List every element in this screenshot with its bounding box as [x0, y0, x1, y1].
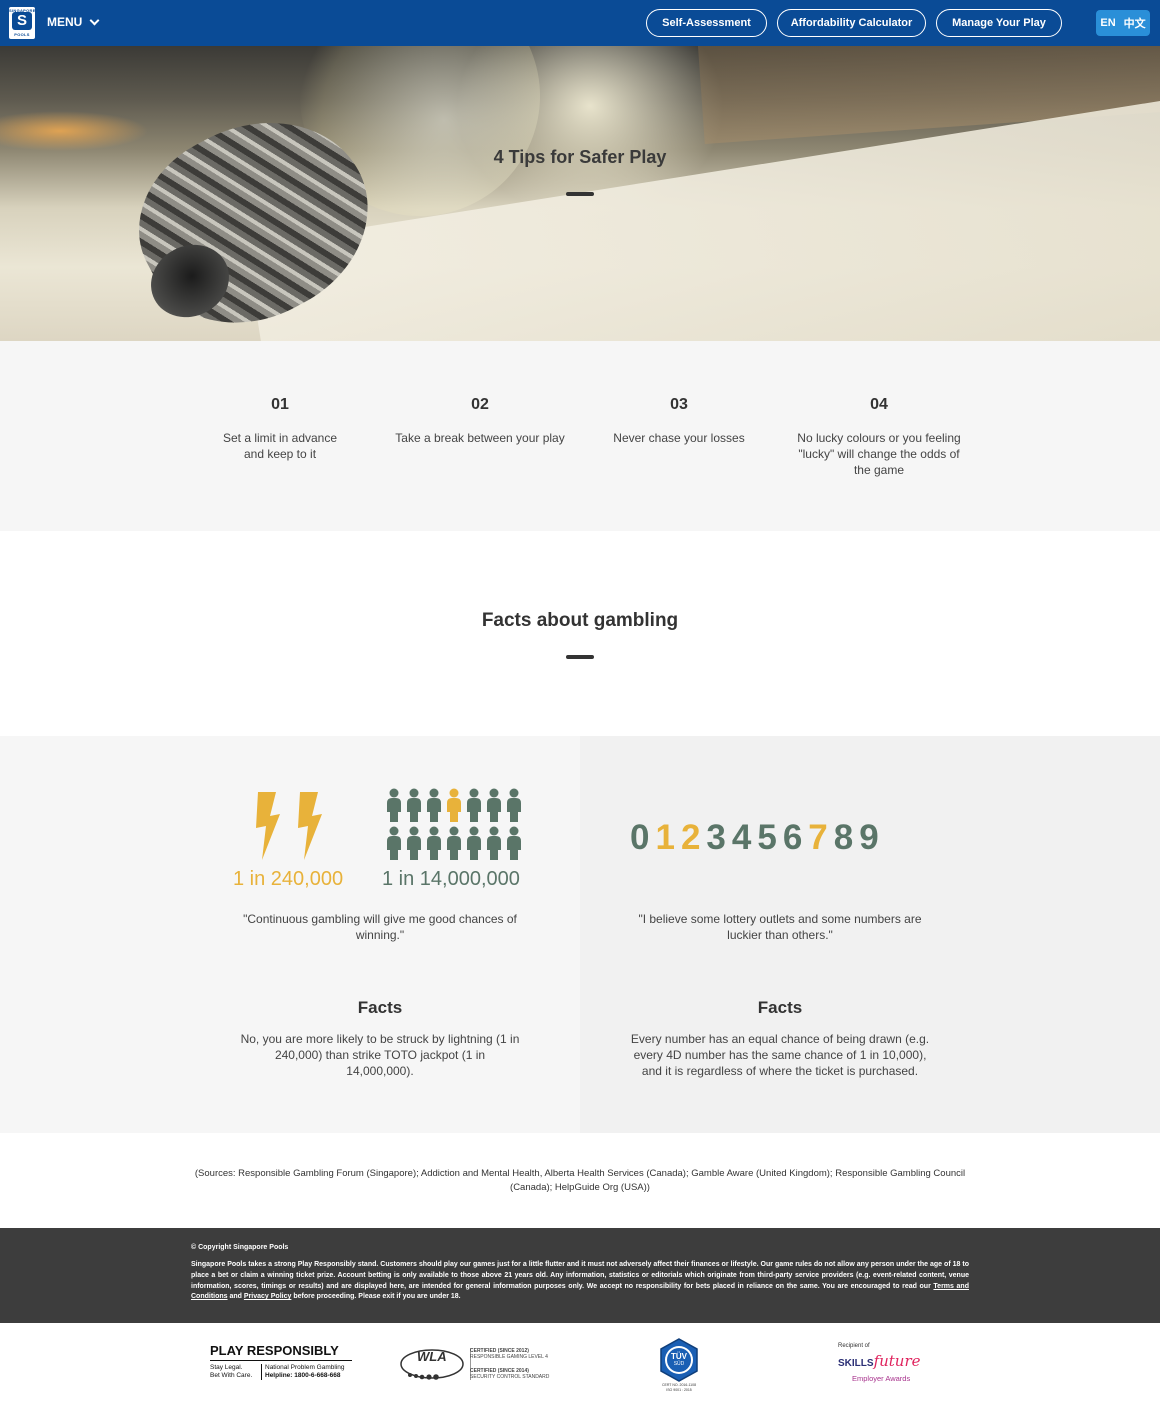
person-figure: [507, 826, 521, 860]
lang-zh-option[interactable]: 中文: [1124, 15, 1146, 31]
hero-title: 4 Tips for Safer Play: [493, 147, 667, 167]
digit-5: 5: [757, 818, 777, 857]
tuv-iso: ISO 9001 : 2015: [666, 1387, 692, 1392]
tip-item: 01 Set a limit in advance and keep to it: [190, 396, 370, 462]
hero-title-underline: [566, 192, 594, 196]
sources-note: (Sources: Responsible Gambling Forum (Si…: [194, 1168, 966, 1193]
digit-8: 8: [833, 818, 854, 857]
play-responsibly-line: Bet With Care.: [210, 1372, 253, 1379]
lightning-bolt-1: [256, 792, 280, 860]
disclaimer-text: Singapore Pools takes a strong Play Resp…: [191, 1260, 969, 1303]
person-figure: [507, 788, 521, 822]
digit-2: 2: [680, 818, 701, 857]
manage-your-play-button[interactable]: Manage Your Play: [936, 9, 1062, 37]
disclaimer-part2: before proceeding. Please exit if you ar…: [291, 1293, 461, 1301]
tip-number: 01: [271, 396, 289, 413]
tip-text: Never chase your losses: [613, 431, 745, 445]
facts-heading: Facts: [757, 998, 803, 1017]
wla-badge: WLA CERTIFIED (SINCE 2012) RESPONSIBLE G…: [400, 1345, 570, 1385]
person-figure: [447, 826, 461, 860]
tip-item: 03 Never chase your losses: [589, 396, 769, 446]
affordability-calculator-button[interactable]: Affordability Calculator: [777, 9, 926, 37]
certification-logos: PLAY RESPONSIBLY Stay Legal. Bet With Ca…: [0, 1323, 1160, 1405]
hero-banner: 4 Tips for Safer Play: [0, 46, 1160, 341]
digit-9: 9: [859, 818, 879, 857]
wla-cert-text: SECURITY CONTROL STANDARD: [470, 1374, 550, 1380]
disclaimer-and: and: [227, 1293, 244, 1301]
digit-7: 7: [808, 818, 828, 857]
privacy-policy-link[interactable]: Privacy Policy: [244, 1293, 291, 1300]
play-responsibly-title: PLAY RESPONSIBLY: [210, 1343, 352, 1361]
skillsfuture-recipient: Recipient of: [838, 1343, 870, 1349]
tip-text: Set a limit in advance and keep to it: [222, 431, 338, 461]
myth-quote-continuous-gambling: "Continuous gambling will give me good c…: [243, 912, 517, 942]
tip-number: 04: [870, 396, 888, 413]
tip-item: 02 Take a break between your play: [390, 396, 570, 446]
person-figure: [387, 826, 401, 860]
chevron-down-icon: [89, 15, 100, 25]
person-figure: [467, 826, 481, 860]
person-figure: [387, 788, 401, 822]
person-figure: [487, 788, 501, 822]
tip-item: 04 No lucky colours or you feeling "luck…: [789, 396, 969, 478]
person-figure: [487, 826, 501, 860]
footer: © Copyright Singapore Pools Singapore Po…: [0, 1228, 1160, 1323]
language-switcher: EN 中文: [1096, 10, 1150, 36]
menu-button[interactable]: MENU: [47, 15, 100, 29]
play-responsibly-line: Stay Legal.: [210, 1364, 243, 1371]
menu-label: MENU: [47, 15, 83, 29]
facts-title-underline: [566, 655, 594, 659]
helpline-label: National Problem Gambling: [265, 1364, 345, 1371]
lightning-icon: [256, 792, 322, 860]
digit-1: 1: [655, 818, 675, 857]
copyright-text: © Copyright Singapore Pools: [191, 1244, 289, 1251]
tuv-sub: SÜD: [673, 1361, 685, 1367]
tip-text: No lucky colours or you feeling "lucky" …: [797, 431, 961, 477]
facts-section-title: Facts about gambling: [481, 610, 679, 631]
person-figure: [427, 826, 441, 860]
play-responsibly-badge: PLAY RESPONSIBLY Stay Legal. Bet With Ca…: [210, 1343, 352, 1380]
self-assessment-button[interactable]: Self-Assessment: [646, 9, 767, 37]
digits-row: 0123456789: [630, 818, 879, 858]
logo-bottom-text: POOLS: [14, 32, 30, 37]
lightning-bolt-2: [298, 792, 322, 860]
skillsfuture-future: future: [873, 1352, 921, 1370]
wla-mark: WLA: [417, 1349, 447, 1364]
digit-6: 6: [782, 818, 803, 857]
digit-4: 4: [731, 818, 752, 857]
person-figure: [467, 788, 481, 822]
top-navigation-bar: SINGAPORE S POOLS MENU Self-Assessment A…: [0, 0, 1160, 46]
lang-en-option[interactable]: EN: [1100, 17, 1115, 29]
myth-quote-lucky-numbers: "I believe some lottery outlets and some…: [638, 912, 922, 942]
helpline-number: Helpline: 1800-6-668-668: [265, 1372, 341, 1379]
person-figure: [407, 788, 421, 822]
tip-number: 02: [471, 396, 489, 413]
tuv-mark: TÜV: [671, 1352, 687, 1361]
person-figure: [447, 788, 461, 822]
skillsfuture-badge: Recipient of SKILLS future Employer Awar…: [838, 1343, 928, 1388]
person-figure: [407, 826, 421, 860]
facts-text-numbers: Every number has an equal chance of bein…: [630, 1032, 930, 1078]
skillsfuture-awards: Employer Awards: [852, 1374, 911, 1383]
singapore-pools-logo[interactable]: SINGAPORE S POOLS: [9, 7, 35, 39]
facts-text-lightning: No, you are more likely to be struck by …: [240, 1032, 520, 1078]
skillsfuture-skills: SKILLS: [838, 1358, 874, 1369]
toto-odds: 1 in 14,000,000: [382, 868, 520, 890]
facts-heading: Facts: [357, 998, 403, 1017]
person-figure: [427, 788, 441, 822]
digit-0: 0: [630, 818, 650, 857]
wla-cert-text: RESPONSIBLE GAMING LEVEL 4: [470, 1354, 548, 1360]
disclaimer-part1: Singapore Pools takes a strong Play Resp…: [191, 1261, 969, 1290]
tips-section: 01 Set a limit in advance and keep to it…: [0, 341, 1160, 531]
lightning-odds: 1 in 240,000: [233, 868, 344, 890]
tip-number: 03: [670, 396, 688, 413]
people-crowd-icon: [387, 788, 521, 860]
tuv-badge: TÜV SÜD CERT NO. 2016-1108 ISO 9001 : 20…: [657, 1338, 703, 1392]
logo-letter: S: [12, 12, 32, 30]
digit-3: 3: [706, 818, 726, 857]
tip-text: Take a break between your play: [395, 431, 565, 445]
